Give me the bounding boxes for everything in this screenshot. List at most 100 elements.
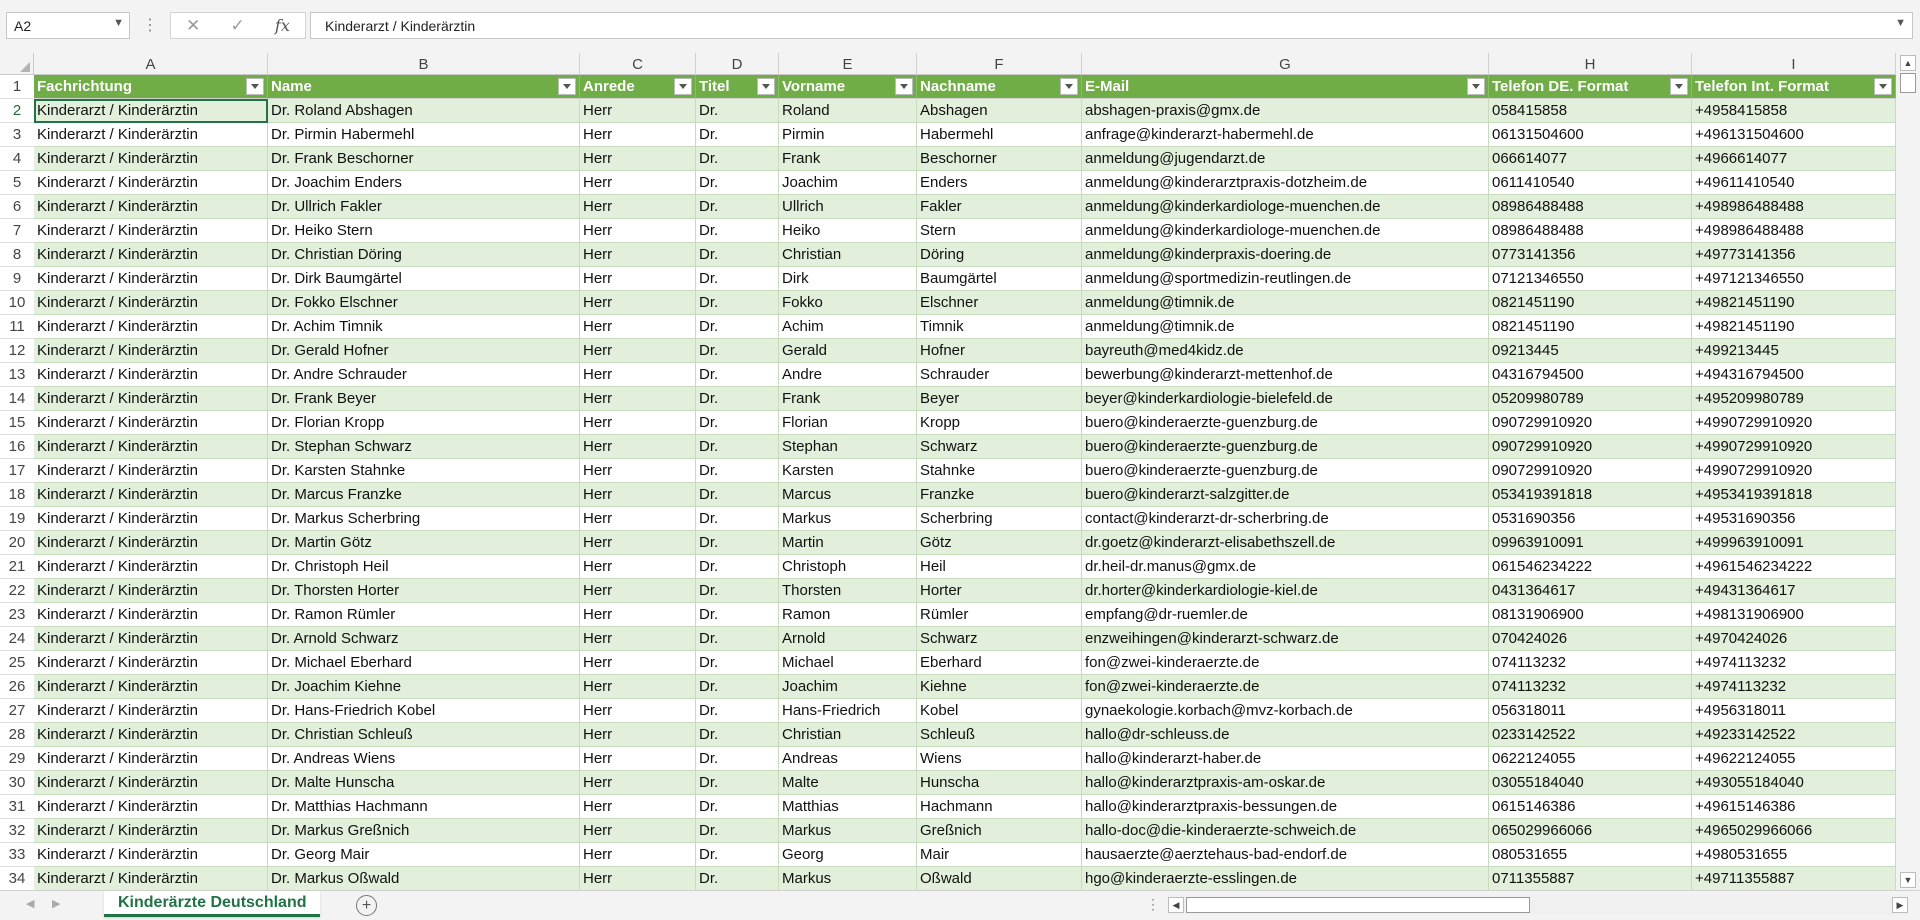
table-cell[interactable]: Kinderarzt / Kinderärztin xyxy=(34,411,268,435)
table-cell[interactable]: Dr. xyxy=(696,315,779,339)
table-cell[interactable]: +496131504600 xyxy=(1692,123,1896,147)
table-cell[interactable]: Frank xyxy=(779,147,917,171)
row-header[interactable]: 28 xyxy=(0,723,34,747)
table-cell[interactable]: 04316794500 xyxy=(1489,363,1692,387)
table-cell[interactable]: Marcus xyxy=(779,483,917,507)
table-cell[interactable]: Herr xyxy=(580,603,696,627)
table-cell[interactable]: Christoph xyxy=(779,555,917,579)
table-cell[interactable]: Oßwald xyxy=(917,867,1082,890)
table-cell[interactable]: Dr. Frank Beyer xyxy=(268,387,580,411)
table-cell[interactable]: Dr. xyxy=(696,579,779,603)
table-cell[interactable]: Herr xyxy=(580,627,696,651)
scroll-up-icon[interactable]: ▲ xyxy=(1900,55,1916,71)
table-cell[interactable]: Schwarz xyxy=(917,435,1082,459)
row-header[interactable]: 30 xyxy=(0,771,34,795)
table-cell[interactable]: Dr. xyxy=(696,723,779,747)
filter-dropdown-icon[interactable] xyxy=(757,78,775,95)
table-cell[interactable]: Martin xyxy=(779,531,917,555)
table-cell[interactable]: Kinderarzt / Kinderärztin xyxy=(34,291,268,315)
table-cell[interactable]: +498986488488 xyxy=(1692,219,1896,243)
header-cell[interactable]: Vorname xyxy=(779,75,917,99)
table-cell[interactable]: Herr xyxy=(580,291,696,315)
table-cell[interactable]: buero@kinderarzt-salzgitter.de xyxy=(1082,483,1489,507)
table-cell[interactable]: Herr xyxy=(580,531,696,555)
table-cell[interactable]: anmeldung@kinderkardiologe-muenchen.de xyxy=(1082,195,1489,219)
table-cell[interactable]: dr.goetz@kinderarzt-elisabethszell.de xyxy=(1082,531,1489,555)
table-cell[interactable]: Kinderarzt / Kinderärztin xyxy=(34,531,268,555)
table-cell[interactable]: +4953419391818 xyxy=(1692,483,1896,507)
table-cell[interactable]: Kinderarzt / Kinderärztin xyxy=(34,867,268,890)
table-cell[interactable]: Döring xyxy=(917,243,1082,267)
table-cell[interactable]: Herr xyxy=(580,315,696,339)
table-cell[interactable]: Kinderarzt / Kinderärztin xyxy=(34,819,268,843)
table-cell[interactable]: Schrauder xyxy=(917,363,1082,387)
table-cell[interactable]: Dr. xyxy=(696,747,779,771)
table-cell[interactable]: 07121346550 xyxy=(1489,267,1692,291)
header-cell[interactable]: Telefon Int. Format xyxy=(1692,75,1896,99)
table-cell[interactable]: Enders xyxy=(917,171,1082,195)
table-cell[interactable]: Timnik xyxy=(917,315,1082,339)
table-cell[interactable]: 08986488488 xyxy=(1489,219,1692,243)
scroll-right-icon[interactable]: ▶ xyxy=(1892,897,1908,913)
table-cell[interactable]: 0531690356 xyxy=(1489,507,1692,531)
table-cell[interactable]: +4970424026 xyxy=(1692,627,1896,651)
table-cell[interactable]: Dr. xyxy=(696,219,779,243)
table-cell[interactable]: Dr. xyxy=(696,675,779,699)
table-cell[interactable]: Kinderarzt / Kinderärztin xyxy=(34,123,268,147)
column-header-a[interactable]: A xyxy=(34,53,268,75)
table-cell[interactable]: 09963910091 xyxy=(1489,531,1692,555)
table-cell[interactable]: +49531690356 xyxy=(1692,507,1896,531)
table-cell[interactable]: Florian xyxy=(779,411,917,435)
table-cell[interactable]: Kinderarzt / Kinderärztin xyxy=(34,771,268,795)
table-cell[interactable]: anmeldung@jugendarzt.de xyxy=(1082,147,1489,171)
table-cell[interactable]: Fakler xyxy=(917,195,1082,219)
table-cell[interactable]: Hachmann xyxy=(917,795,1082,819)
table-cell[interactable]: Herr xyxy=(580,219,696,243)
table-cell[interactable]: Kinderarzt / Kinderärztin xyxy=(34,603,268,627)
table-cell[interactable]: +499963910091 xyxy=(1692,531,1896,555)
filter-dropdown-icon[interactable] xyxy=(1060,78,1078,95)
enter-icon[interactable]: ✓ xyxy=(231,16,245,36)
column-header-c[interactable]: C xyxy=(580,53,696,75)
table-cell[interactable]: +498986488488 xyxy=(1692,195,1896,219)
table-cell[interactable]: Kinderarzt / Kinderärztin xyxy=(34,315,268,339)
table-cell[interactable]: Schwarz xyxy=(917,627,1082,651)
header-cell[interactable]: Telefon DE. Format xyxy=(1489,75,1692,99)
sheet-tab[interactable]: Kinderärzte Deutschland xyxy=(104,891,321,917)
table-cell[interactable]: Kinderarzt / Kinderärztin xyxy=(34,339,268,363)
table-cell[interactable]: Ullrich xyxy=(779,195,917,219)
table-cell[interactable]: Herr xyxy=(580,171,696,195)
table-cell[interactable]: Kinderarzt / Kinderärztin xyxy=(34,675,268,699)
table-cell[interactable]: Michael xyxy=(779,651,917,675)
table-cell[interactable]: +49711355887 xyxy=(1692,867,1896,890)
row-header[interactable]: 23 xyxy=(0,603,34,627)
table-cell[interactable]: +498131906900 xyxy=(1692,603,1896,627)
table-cell[interactable]: Eberhard xyxy=(917,651,1082,675)
row-header[interactable]: 9 xyxy=(0,267,34,291)
table-cell[interactable]: Dr. Christian Schleuß xyxy=(268,723,580,747)
table-cell[interactable]: Frank xyxy=(779,387,917,411)
table-cell[interactable]: Malte xyxy=(779,771,917,795)
filter-dropdown-icon[interactable] xyxy=(895,78,913,95)
header-cell[interactable]: Nachname xyxy=(917,75,1082,99)
table-cell[interactable]: +49431364617 xyxy=(1692,579,1896,603)
scroll-thumb[interactable] xyxy=(1900,73,1916,93)
table-cell[interactable]: buero@kinderaerzte-guenzburg.de xyxy=(1082,459,1489,483)
table-cell[interactable]: Dr. Hans-Friedrich Kobel xyxy=(268,699,580,723)
table-cell[interactable]: Dr. xyxy=(696,195,779,219)
row-header[interactable]: 31 xyxy=(0,795,34,819)
table-cell[interactable]: Kinderarzt / Kinderärztin xyxy=(34,507,268,531)
row-header[interactable]: 7 xyxy=(0,219,34,243)
table-cell[interactable]: Dr. Andreas Wiens xyxy=(268,747,580,771)
table-cell[interactable]: Herr xyxy=(580,243,696,267)
table-cell[interactable]: +4980531655 xyxy=(1692,843,1896,867)
table-cell[interactable]: +49615146386 xyxy=(1692,795,1896,819)
row-header[interactable]: 11 xyxy=(0,315,34,339)
row-header[interactable]: 8 xyxy=(0,243,34,267)
row-header[interactable]: 16 xyxy=(0,435,34,459)
table-cell[interactable]: Herr xyxy=(580,267,696,291)
filter-dropdown-icon[interactable] xyxy=(246,78,264,95)
table-cell[interactable]: Karsten xyxy=(779,459,917,483)
table-cell[interactable]: Baumgärtel xyxy=(917,267,1082,291)
table-cell[interactable]: Dr. xyxy=(696,459,779,483)
